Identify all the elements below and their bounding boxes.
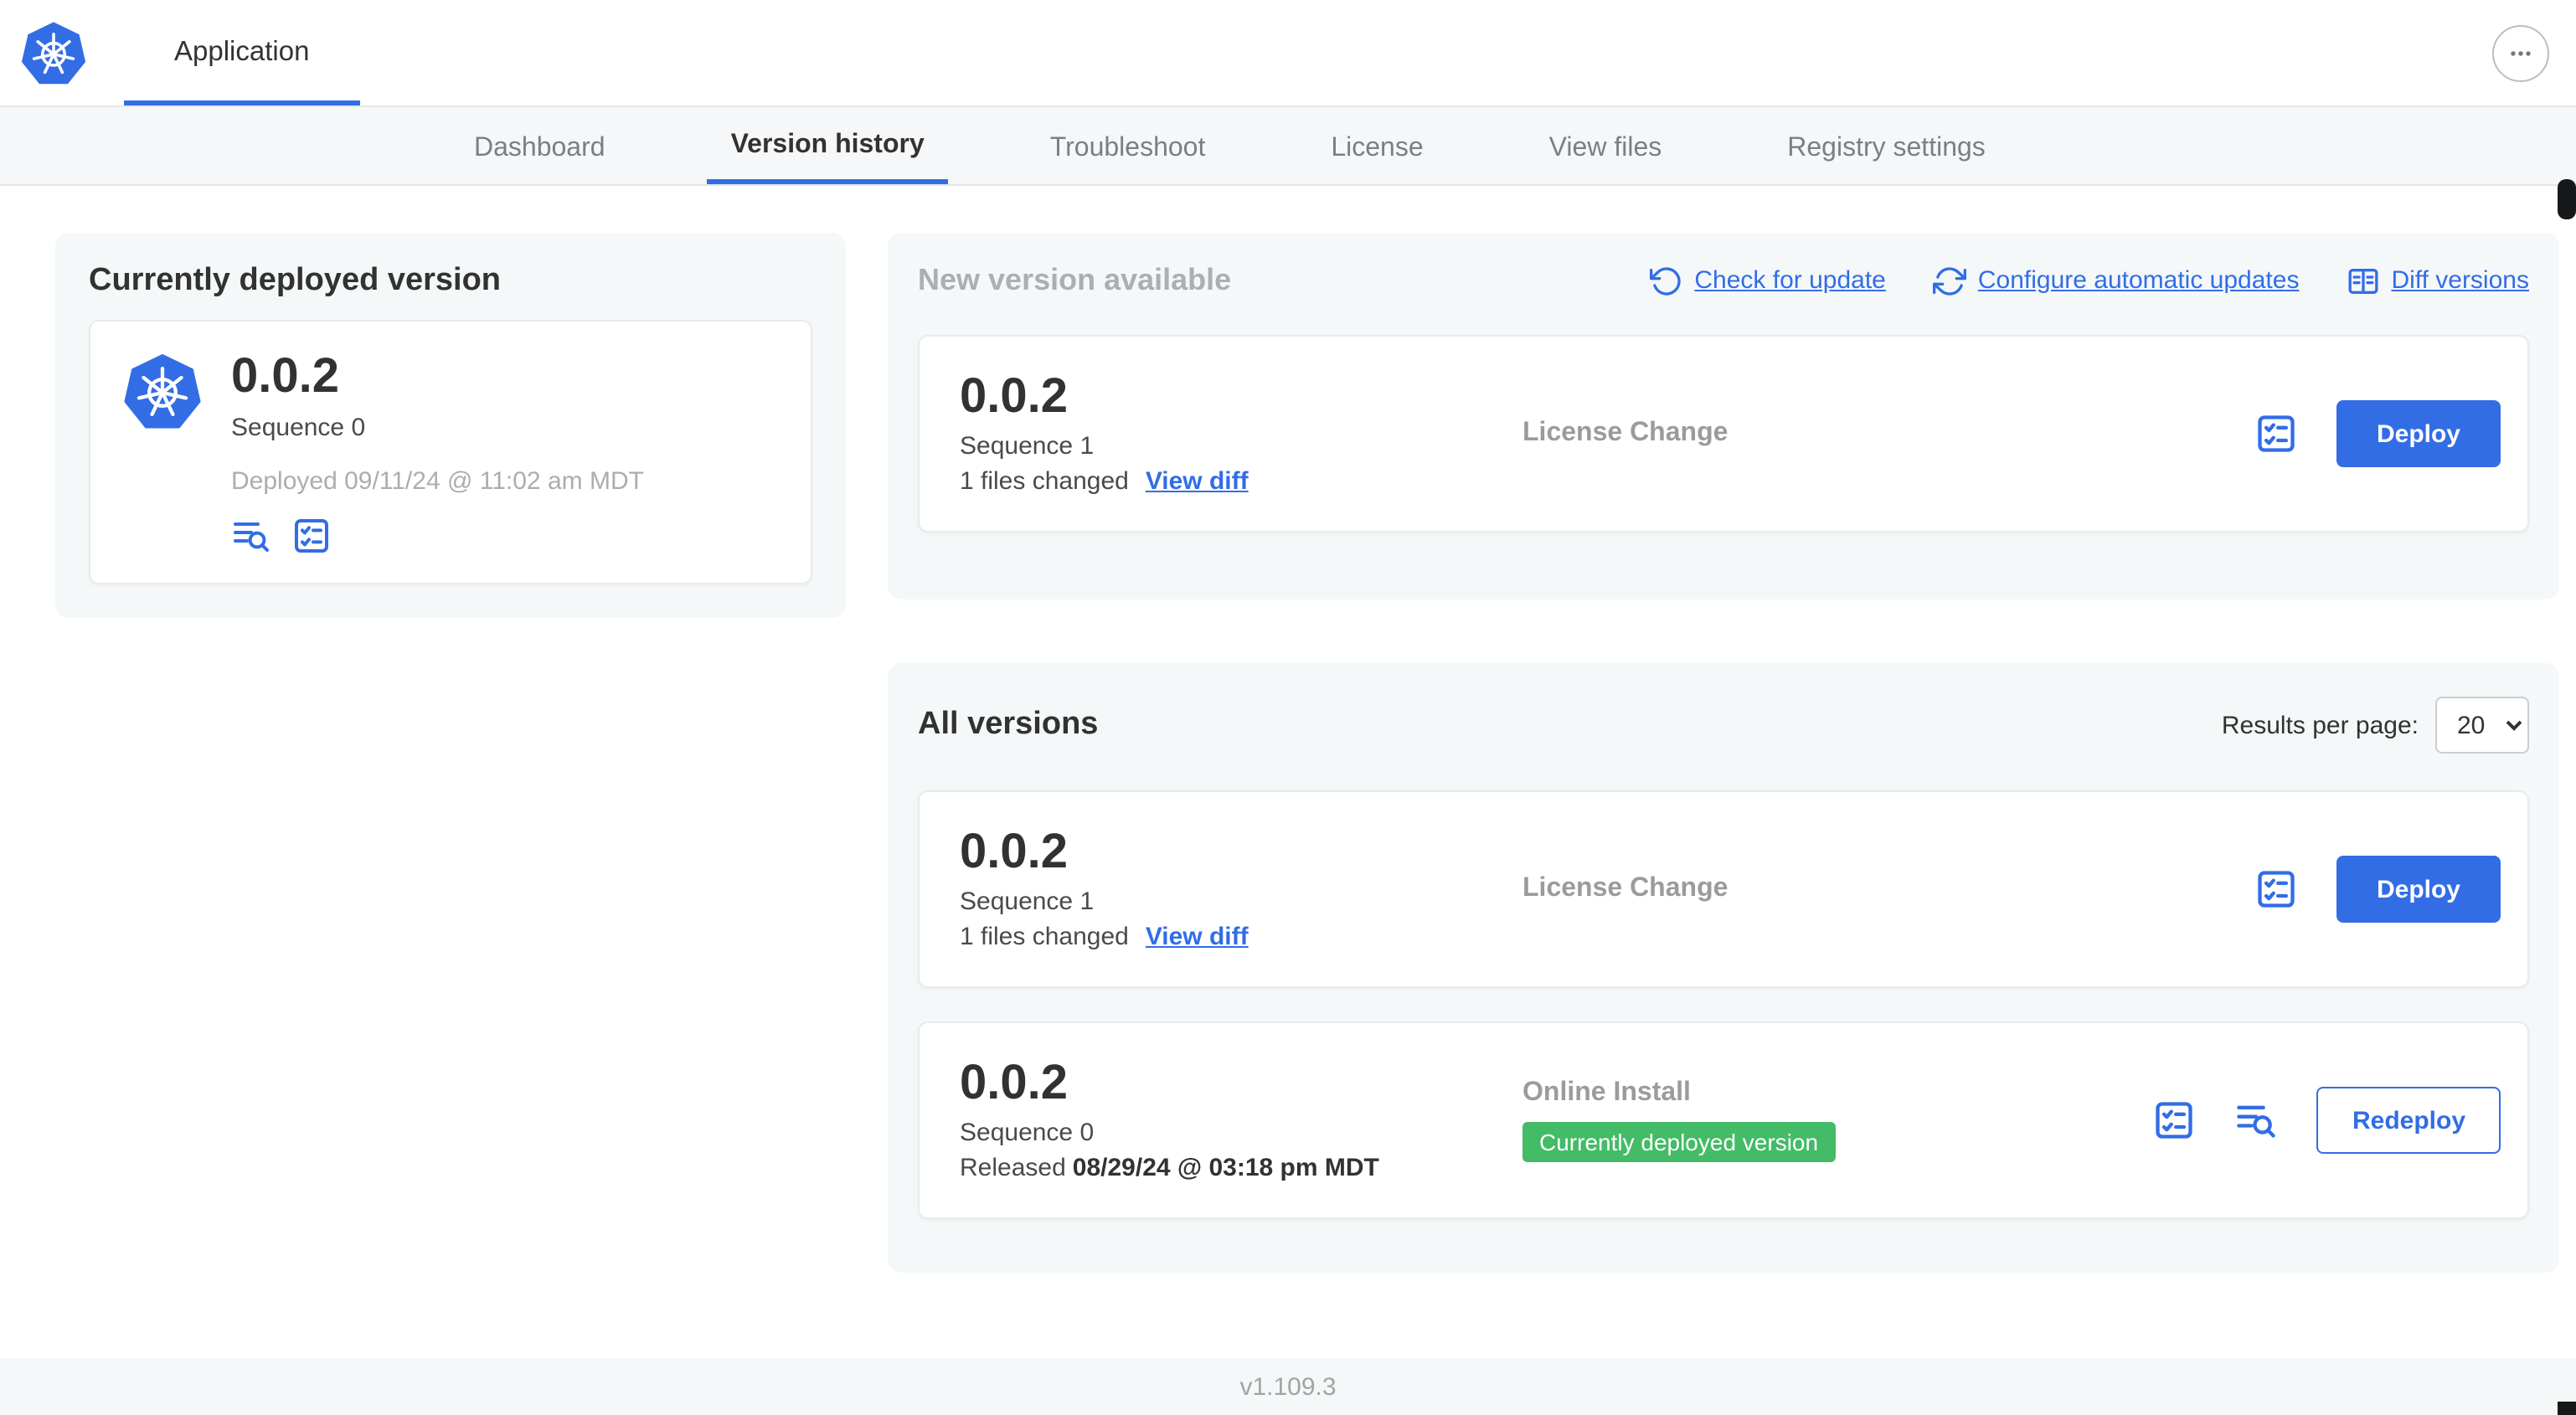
ellipsis-icon bbox=[2511, 50, 2531, 55]
tab-view-files[interactable]: View files bbox=[1526, 107, 1686, 184]
version-source-column: Online Install Currently deployed versio… bbox=[1522, 1078, 2153, 1162]
topbar-right bbox=[2492, 0, 2549, 105]
config-icon bbox=[295, 518, 328, 553]
scrollbar-corner bbox=[2558, 1402, 2576, 1415]
app-version-label: v1.109.3 bbox=[1239, 1372, 1337, 1401]
new-version-panel: New version available Check for update C… bbox=[888, 233, 2559, 599]
released-label: Released bbox=[960, 1154, 1066, 1183]
deploy-button[interactable]: Deploy bbox=[2336, 856, 2501, 923]
kubernetes-logo-icon bbox=[121, 352, 204, 432]
tab-registry-settings[interactable]: Registry settings bbox=[1764, 107, 2009, 184]
version-info: 0.0.2 Sequence 0 Released 08/29/24 @ 03:1… bbox=[960, 1056, 1522, 1183]
deploy-button[interactable]: Deploy bbox=[2336, 400, 2501, 467]
app-root: Application Dashboard Version history Tr… bbox=[0, 0, 2576, 1415]
more-options-button[interactable] bbox=[2492, 24, 2549, 81]
release-notes-icon bbox=[2235, 1099, 2279, 1142]
current-version-card: 0.0.2 Sequence 0 Deployed 09/11/24 @ 11:… bbox=[89, 320, 812, 584]
view-diff-link[interactable]: View diff bbox=[1146, 468, 1249, 497]
version-sequence: Sequence 1 bbox=[960, 888, 1095, 917]
release-notes-button[interactable] bbox=[231, 516, 271, 556]
version-info: 0.0.2 Sequence 1 1 files changed View dif… bbox=[960, 369, 1522, 497]
tab-dashboard[interactable]: Dashboard bbox=[451, 107, 629, 184]
view-diff-link[interactable]: View diff bbox=[1146, 924, 1249, 952]
check-for-update-label: Check for update bbox=[1694, 266, 1886, 295]
tab-version-history[interactable]: Version history bbox=[707, 107, 948, 184]
diff-icon bbox=[2347, 268, 2378, 293]
section-tab-bar: Dashboard Version history Troubleshoot L… bbox=[0, 107, 2576, 186]
refresh-icon bbox=[1649, 266, 1681, 295]
files-changed-label: 1 files changed bbox=[960, 923, 1129, 952]
version-row: 0.0.2 Sequence 1 1 files changed View dif… bbox=[918, 790, 2529, 988]
app-tab-application[interactable]: Application bbox=[124, 0, 360, 105]
brand bbox=[20, 0, 124, 105]
check-for-update-link[interactable]: Check for update bbox=[1649, 264, 1886, 297]
release-notes-button[interactable] bbox=[2235, 1099, 2279, 1142]
auto-update-icon bbox=[1932, 266, 1966, 295]
version-number: 0.0.2 bbox=[960, 369, 1068, 424]
app-footer: v1.109.3 bbox=[0, 1358, 2576, 1415]
version-info: 0.0.2 Sequence 1 1 files changed View dif… bbox=[960, 825, 1522, 952]
new-version-title: New version available bbox=[918, 263, 1232, 296]
app-tab-label: Application bbox=[174, 37, 310, 67]
top-header: Application bbox=[0, 0, 2576, 107]
current-version-number: 0.0.2 bbox=[231, 350, 339, 404]
diff-versions-link[interactable]: Diff versions bbox=[2346, 264, 2529, 297]
version-source: Online Install bbox=[1522, 1078, 1691, 1107]
version-source-column: License Change bbox=[1522, 419, 2254, 449]
new-version-card: 0.0.2 Sequence 1 1 files changed View dif… bbox=[918, 335, 2529, 533]
view-config-button[interactable] bbox=[2254, 412, 2298, 455]
version-source-column: License Change bbox=[1522, 874, 2254, 904]
results-per-page-select[interactable]: 20 bbox=[2435, 697, 2529, 754]
results-per-page-label: Results per page: bbox=[2221, 711, 2419, 739]
version-source: License Change bbox=[1522, 874, 1728, 903]
current-version-sequence: Sequence 0 bbox=[231, 413, 366, 442]
configure-automatic-updates-link[interactable]: Configure automatic updates bbox=[1932, 264, 2300, 297]
scrollbar-thumb[interactable] bbox=[2558, 179, 2576, 219]
currently-deployed-title: Currently deployed version bbox=[89, 263, 502, 298]
files-changed-label: 1 files changed bbox=[960, 467, 1129, 497]
version-number: 0.0.2 bbox=[960, 1056, 1068, 1110]
main-content: Currently deployed version 0.0.2 Sequenc… bbox=[0, 186, 2576, 1358]
view-config-button[interactable] bbox=[291, 516, 332, 556]
diff-versions-label: Diff versions bbox=[2391, 266, 2529, 295]
config-icon bbox=[2254, 867, 2298, 911]
released-date: 08/29/24 @ 03:18 pm MDT bbox=[1072, 1154, 1379, 1183]
all-versions-title: All versions bbox=[918, 707, 1099, 742]
currently-deployed-badge: Currently deployed version bbox=[1522, 1122, 1836, 1162]
version-actions: Check for update Configure automatic upd… bbox=[1649, 264, 2529, 297]
current-version-deployed-date: Deployed 09/11/24 @ 11:02 am MDT bbox=[231, 466, 644, 496]
configure-automatic-updates-label: Configure automatic updates bbox=[1977, 266, 2300, 295]
version-sequence: Sequence 0 bbox=[960, 1119, 1095, 1148]
config-icon bbox=[2254, 412, 2298, 455]
view-config-button[interactable] bbox=[2153, 1099, 2197, 1142]
config-icon bbox=[2153, 1099, 2197, 1142]
release-notes-icon bbox=[234, 522, 269, 552]
currently-deployed-panel: Currently deployed version 0.0.2 Sequenc… bbox=[55, 233, 846, 618]
version-source: License Change bbox=[1522, 419, 1728, 447]
view-config-button[interactable] bbox=[2254, 867, 2298, 911]
all-versions-panel: All versions Results per page: 20 0.0.2 … bbox=[888, 663, 2559, 1273]
current-version-info: 0.0.2 Sequence 0 bbox=[231, 350, 366, 442]
tab-license[interactable]: License bbox=[1307, 107, 1446, 184]
redeploy-button[interactable]: Redeploy bbox=[2316, 1087, 2501, 1154]
right-column: New version available Check for update C… bbox=[888, 233, 2559, 1273]
version-number: 0.0.2 bbox=[960, 825, 1068, 879]
version-row: 0.0.2 Sequence 0 Released 08/29/24 @ 03:1… bbox=[918, 1021, 2529, 1219]
version-sequence: Sequence 1 bbox=[960, 432, 1095, 461]
kubernetes-logo-icon bbox=[20, 19, 87, 85]
tab-troubleshoot[interactable]: Troubleshoot bbox=[1027, 107, 1229, 184]
